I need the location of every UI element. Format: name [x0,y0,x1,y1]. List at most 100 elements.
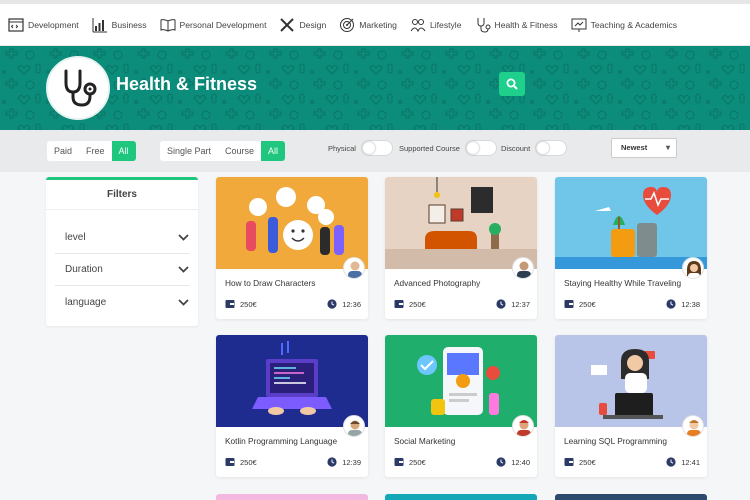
course-title: Advanced Photography [394,278,481,288]
course-title: How to Draw Characters [225,278,316,288]
course-thumbnail [385,335,537,427]
nav-marketing[interactable]: Marketing [339,17,397,33]
discount-toggle[interactable] [535,140,568,156]
filter-language[interactable]: language [55,286,189,318]
category-title: Health & Fitness [116,74,258,94]
course-meta: 250€ 12:36 [225,299,361,309]
filter-label: level [65,232,86,243]
nav-label: Personal Development [179,19,267,30]
course-duration: 12:36 [327,299,361,309]
course-price: 250€ [225,299,257,309]
filter-label: language [65,296,107,308]
nav-lifestyle[interactable]: Lifestyle [410,17,462,33]
presentation-icon [571,18,587,32]
wallet-icon [564,300,574,308]
price-option-paid[interactable]: Paid [47,141,79,161]
course-card-partial[interactable] [555,494,707,500]
clock-icon [496,457,506,467]
course-title: Social Marketing [394,436,456,446]
type-option-course[interactable]: Course [218,141,261,161]
course-card[interactable]: Learning SQL Programming 250€ 12:41 [555,335,707,477]
filter-duration[interactable]: Duration [55,254,189,286]
course-price: 250€ [394,457,426,467]
course-thumbnail [555,335,707,427]
course-price: 250€ [225,457,257,467]
supported-course-toggle[interactable] [464,140,497,156]
price-option-all[interactable]: All [111,141,136,161]
type-option-single-part[interactable]: Single Part [160,141,218,161]
course-meta: 250€ 12:38 [564,299,700,309]
physical-label: Physical [328,143,356,153]
category-hero: Health & Fitness [0,46,750,130]
course-title: Kotlin Programming Language [225,436,338,446]
course-thumbnail [555,177,707,269]
filter-level[interactable]: level [55,222,189,254]
course-card[interactable]: Kotlin Programming Language 250€ 12:39 [216,335,368,477]
course-card[interactable]: Social Marketing 250€ 12:40 [385,335,537,477]
wallet-icon [225,300,235,308]
nav-teaching-academics[interactable]: Teaching & Academics [571,17,677,33]
instructor-avatar [682,415,704,437]
nav-health-fitness[interactable]: Health & Fitness [475,17,558,33]
course-duration: 12:39 [327,457,361,467]
instructor-avatar [682,257,704,279]
course-card-partial[interactable] [385,494,537,500]
tools-icon [280,17,295,32]
stethoscope-icon [64,69,97,107]
nav-development[interactable]: Development [8,17,79,33]
nav-label: Design [299,19,327,30]
price-filter: Paid Free All [47,141,136,161]
course-title: Staying Healthy While Traveling [564,278,682,288]
nav-label: Lifestyle [429,19,462,30]
course-duration: 12:41 [666,457,700,467]
instructor-avatar [343,415,365,437]
sort-select[interactable]: Newest [611,138,677,158]
wallet-icon [225,458,235,466]
category-avatar [46,56,110,120]
chevron-down-icon [178,266,189,273]
nav-label: Development [28,19,79,30]
course-price: 250€ [564,299,596,309]
open-book-icon [160,18,176,32]
course-price: 250€ [394,299,426,309]
nav-personal-development[interactable]: Personal Development [160,17,267,33]
supported-course-label: Supported Course [399,143,460,153]
type-option-all[interactable]: All [261,141,286,161]
type-filter: Single Part Course All [160,141,286,161]
medical-pattern-background [0,46,750,130]
instructor-avatar [512,415,534,437]
course-thumbnail [216,335,368,427]
price-option-free[interactable]: Free [79,141,112,161]
nav-design[interactable]: Design [279,17,326,33]
course-thumbnail [216,177,368,269]
filters-title: Filters [46,180,198,210]
course-card[interactable]: Advanced Photography 250€ 12:37 [385,177,537,319]
search-button[interactable] [499,72,525,96]
course-thumbnail [385,177,537,269]
category-nav: Development Business Personal Developmen… [0,0,750,46]
instructor-avatar [343,257,365,279]
discount-toggle-group: Discount [501,140,568,156]
course-duration: 12:37 [496,299,530,309]
supported-course-toggle-group: Supported Course [399,140,497,156]
filters-panel: Filters level Duration language [46,177,198,326]
people-icon [410,18,426,32]
course-meta: 250€ 12:39 [225,457,361,467]
nav-business[interactable]: Business [92,17,147,33]
course-duration: 12:38 [666,299,700,309]
bar-chart-icon [92,17,107,32]
clock-icon [666,299,676,309]
course-card[interactable]: Staying Healthy While Traveling 250€ 12:… [555,177,707,319]
wallet-icon [564,458,574,466]
course-price: 250€ [564,457,596,467]
clock-icon [327,457,337,467]
nav-label: Teaching & Academics [590,19,678,30]
course-card-partial[interactable] [216,494,368,500]
course-card[interactable]: How to Draw Characters 250€ 12:36 [216,177,368,319]
stethoscope-icon [477,17,490,33]
clock-icon [666,457,676,467]
filter-label: Duration [65,264,103,275]
clock-icon [496,299,506,309]
search-icon [506,78,518,90]
physical-toggle[interactable] [360,140,393,156]
